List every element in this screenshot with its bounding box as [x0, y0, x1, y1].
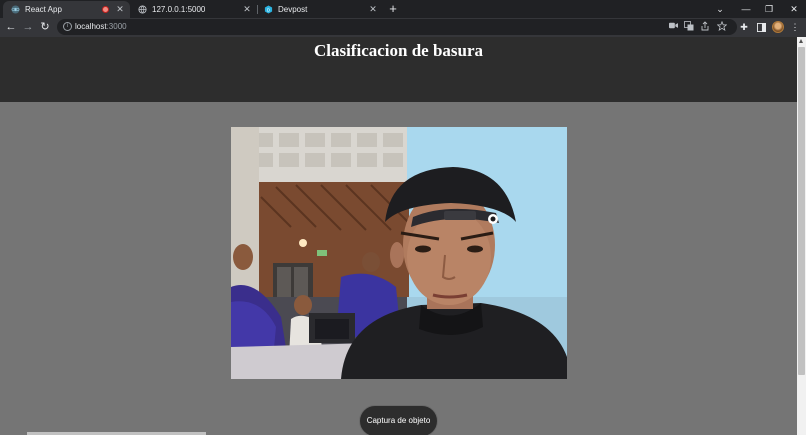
tab-label: 127.0.0.1:5000: [152, 5, 206, 14]
site-info-icon[interactable]: i: [63, 22, 72, 31]
app-header: Clasificacion de basura: [0, 37, 797, 102]
tab-devpost[interactable]: D Devpost ✕: [256, 1, 383, 18]
browser-menu-icon[interactable]: ⋮: [787, 19, 803, 36]
browser-tab-strip: React App ✕ 127.0.0.1:5000 ✕ D Devpost ✕…: [0, 0, 806, 18]
vertical-scrollbar[interactable]: [797, 37, 806, 435]
globe-icon: [138, 5, 147, 14]
reload-button[interactable]: ↻: [37, 19, 53, 36]
address-port: :3000: [106, 22, 127, 31]
share-icon[interactable]: [699, 21, 711, 33]
tab-close-icon[interactable]: ✕: [367, 4, 379, 15]
side-panel-icon[interactable]: [753, 19, 769, 36]
tab-label: React App: [25, 5, 62, 14]
camera-in-use-icon[interactable]: [667, 21, 679, 33]
recording-indicator-icon: [102, 6, 109, 13]
vertical-scrollbar-thumb[interactable]: [798, 47, 805, 375]
scroll-up-icon[interactable]: [799, 39, 803, 43]
minimize-button[interactable]: —: [735, 1, 757, 17]
capture-object-button[interactable]: Captura de objeto: [359, 405, 438, 435]
back-button[interactable]: ←: [3, 19, 19, 36]
window-close-button[interactable]: ✕: [783, 1, 805, 17]
address-host: localhost: [75, 22, 107, 31]
react-favicon-icon: [11, 5, 20, 14]
profile-avatar[interactable]: [772, 21, 784, 33]
page-title: Clasificacion de basura: [313, 41, 484, 60]
tab-close-icon[interactable]: ✕: [114, 4, 126, 15]
tab-label: Devpost: [278, 5, 308, 14]
browser-toolbar: ← → ↻ i localhost:3000 ✚ ⋮: [0, 18, 806, 37]
address-bar[interactable]: i localhost:3000: [57, 19, 737, 35]
tab-close-icon[interactable]: ✕: [241, 4, 253, 15]
new-tab-button[interactable]: +: [386, 1, 400, 17]
forward-button[interactable]: →: [20, 19, 36, 36]
restore-button[interactable]: ❐: [758, 1, 780, 17]
webcam-video: [231, 127, 567, 379]
page-viewport: Clasificacion de basura Captura de objet…: [0, 37, 797, 435]
tab-localhost-5000[interactable]: 127.0.0.1:5000 ✕: [130, 1, 257, 18]
bookmark-star-icon[interactable]: [716, 20, 728, 33]
translate-icon[interactable]: [683, 21, 695, 33]
tab-search-icon[interactable]: ⌄: [709, 1, 731, 17]
address-url: localhost:3000: [75, 22, 127, 31]
extensions-puzzle-icon[interactable]: ✚: [736, 19, 752, 36]
devpost-favicon-icon: D: [264, 5, 273, 14]
tab-react-app[interactable]: React App ✕: [3, 1, 130, 18]
